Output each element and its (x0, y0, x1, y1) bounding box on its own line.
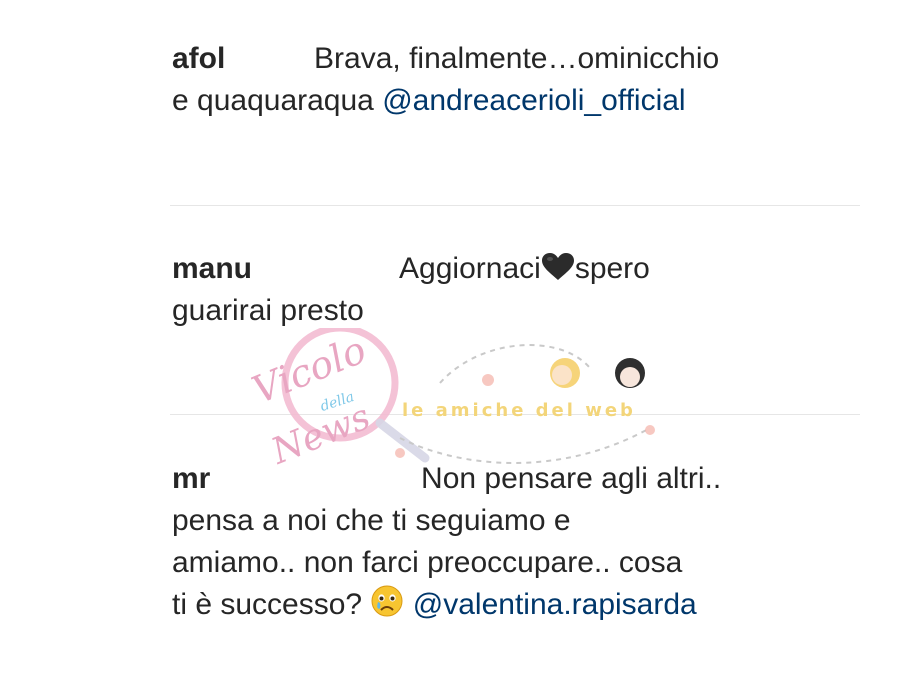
comment-item: manu Aggiornaci spero guarirai presto (172, 248, 812, 338)
comment-text: e quaquaraqua (172, 84, 374, 117)
comment-username[interactable]: mr (172, 462, 210, 495)
comment-line: guarirai presto (172, 290, 364, 332)
comment-text: Non pensare agli altri.. (421, 462, 722, 495)
magnifier-logo-icon (281, 328, 655, 464)
comment-line: manu Aggiornaci spero (172, 248, 650, 294)
comment-username[interactable]: afol (172, 42, 225, 75)
black-heart-icon (541, 252, 575, 294)
comment-text: spero (574, 252, 650, 285)
comment-line: amiamo.. non farci preoccupare.. cosa (172, 542, 682, 584)
mention-link[interactable]: @valentina.rapisarda (413, 588, 697, 621)
comment-line: e quaquaraqua @andreacerioli_official (172, 80, 686, 122)
comment-line: pensa a noi che ti seguiamo e (172, 500, 571, 542)
watermark-logo-text: Vicolo (246, 327, 373, 413)
comment-line: mr Non pensare agli altri.. (172, 458, 721, 500)
comment-line: ti è successo? @valentina.rapisarda (172, 584, 697, 630)
comment-text: guarirai presto (172, 294, 364, 327)
watermark-logo-text: della (318, 389, 357, 415)
watermark: Vicolo della News le amiche del web (230, 327, 670, 478)
watermark-sub-text: le amiche del web (402, 400, 636, 421)
comment-line: afol Brava, finalmente…ominicchio (172, 38, 719, 80)
comment-text: ti è successo? (172, 588, 363, 621)
comment-text: Aggiornaci (399, 252, 541, 285)
comment-item: mr Non pensare agli altri.. pensa a noi … (172, 458, 812, 628)
comment-divider (170, 205, 860, 206)
comment-username[interactable]: manu (172, 252, 252, 285)
crying-face-icon (370, 584, 404, 630)
comment-text: amiamo.. non farci preoccupare.. cosa (172, 546, 683, 579)
comment-text: pensa a noi che ti seguiamo e (172, 504, 571, 537)
comment-item: afol Brava, finalmente…ominicchio e quaq… (172, 38, 812, 128)
comment-divider (170, 414, 860, 415)
mention-link[interactable]: @andreacerioli_official (382, 84, 685, 117)
comment-text: Brava, finalmente…ominicchio (314, 42, 720, 75)
